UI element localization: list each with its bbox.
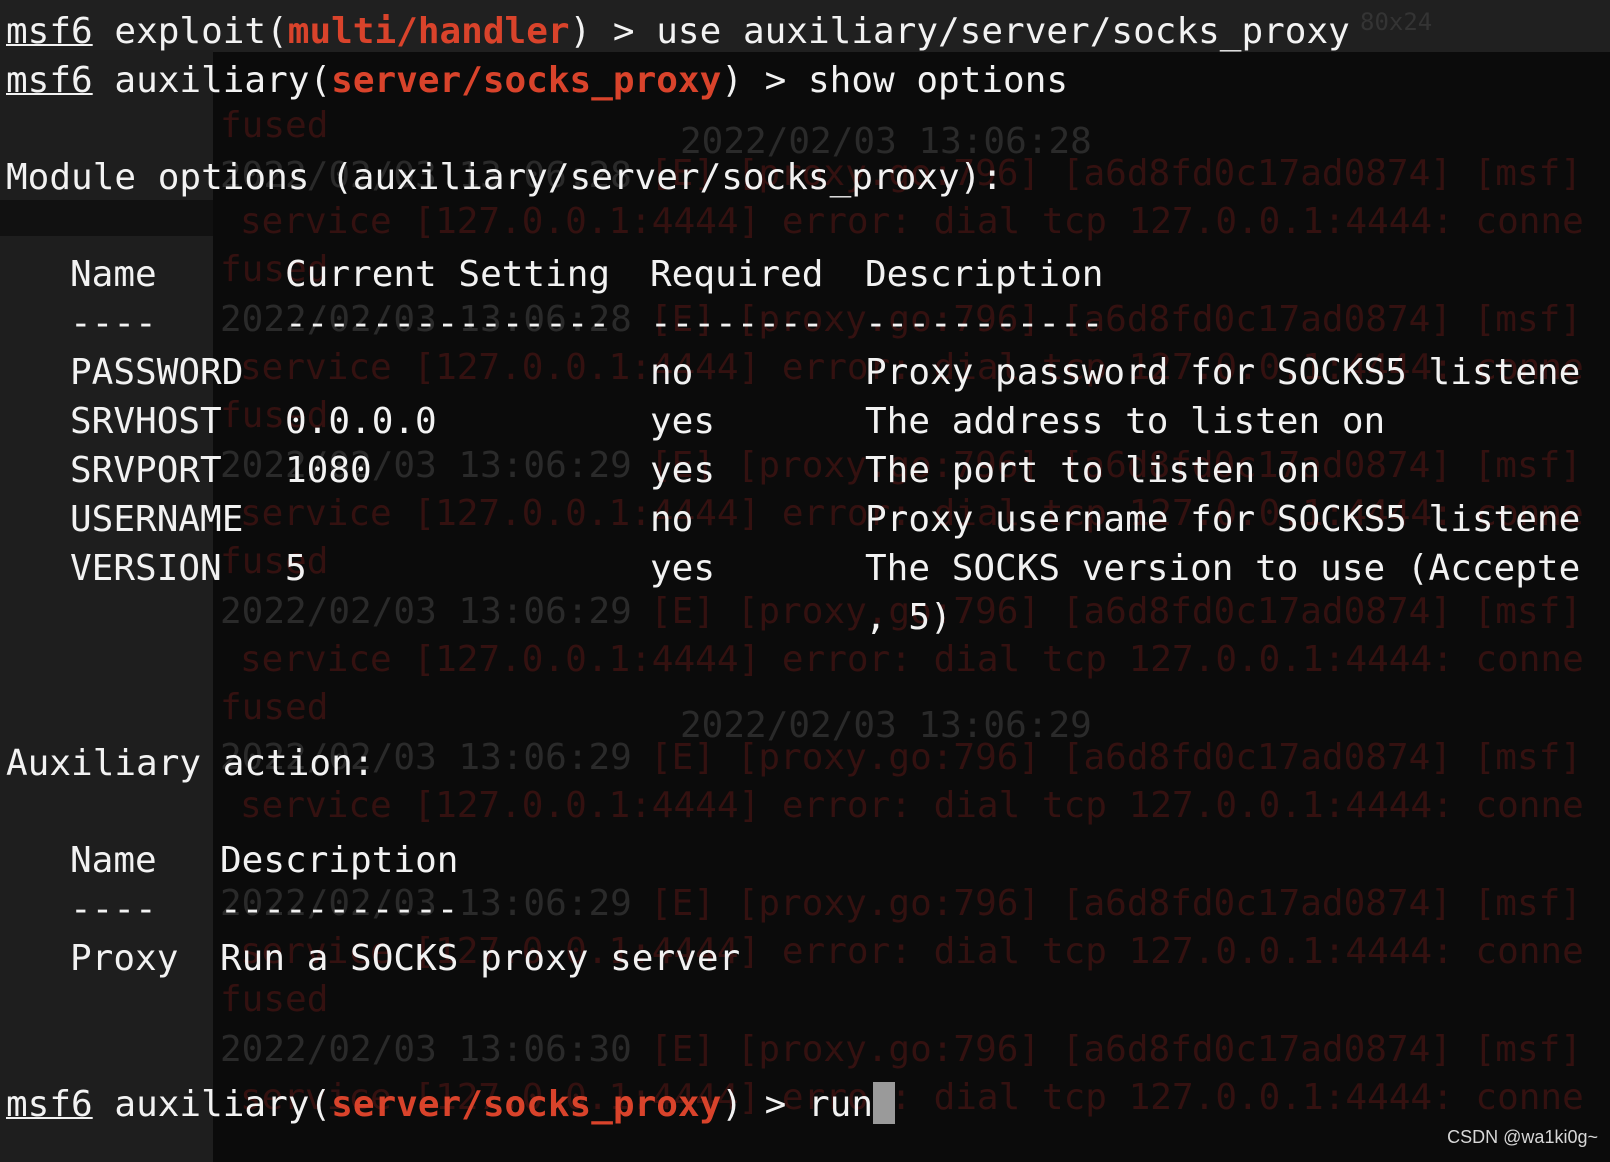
prompt-line-current[interactable]: msf6 auxiliary(server/socks_proxy) > run [6,1082,896,1127]
column-header-current-setting: Current Setting [285,254,611,295]
option-current: 5 [285,548,307,589]
prompt-context: auxiliary( [114,1084,332,1125]
prompt-line-2: msf6 auxiliary(server/socks_proxy) > sho… [6,59,1068,103]
option-description-wrap: , 5) [865,597,952,638]
prompt-suffix: ) > [569,11,657,52]
option-name: PASSWORD [70,352,244,393]
option-description: The SOCKS version to use (Accepte [865,548,1581,589]
column-header-description: Description [220,840,459,881]
prompt-module: server/socks_proxy [331,1084,722,1125]
column-header-required: Required [650,254,824,295]
option-required: yes [650,548,716,589]
option-name: SRVHOST [70,401,222,442]
text-cursor [873,1082,896,1124]
prompt-context: exploit( [114,11,288,52]
terminal-window[interactable]: fused 2022/02/03 13:06:28 [E] [proxy.go:… [0,0,1610,1162]
prompt-name: msf6 [6,11,93,52]
column-underline: --------------- [285,303,611,344]
prompt-input[interactable]: run [808,1084,873,1125]
option-required: yes [650,450,716,491]
option-description: The address to listen on [865,401,1386,442]
watermark: CSDN @wa1ki0g~ [1447,1127,1598,1147]
column-header-description: Description [865,254,1104,295]
prompt-suffix: ) > [721,1084,808,1125]
column-underline: ----------- [220,889,459,930]
column-underline: ---- [70,889,157,930]
option-current: 0.0.0.0 [285,401,437,442]
column-underline: ----------- [865,303,1104,344]
option-required: yes [650,401,716,442]
column-underline: ---- [70,303,157,344]
option-name: SRVPORT [70,450,222,491]
prompt-command: show options [807,60,1069,101]
prompt-module: server/socks_proxy [331,60,722,101]
column-header-name: Name [70,840,157,881]
prompt-module: multi/handler [287,11,570,52]
module-options-heading: Module options (auxiliary/server/socks_p… [6,157,1003,198]
prompt-name: msf6 [6,1084,93,1125]
option-required: no [650,352,694,393]
prompt-line-1: msf6 exploit(multi/handler) > use auxili… [6,10,1350,54]
column-header-name: Name [70,254,157,295]
column-underline: -------- [650,303,824,344]
auxiliary-action-heading: Auxiliary action: [6,743,375,784]
prompt-name: msf6 [6,60,93,101]
option-current: 1080 [285,450,372,491]
option-description: The port to listen on [865,450,1321,491]
prompt-command: use auxiliary/server/socks_proxy [656,11,1350,52]
action-description: Run a SOCKS proxy server [220,938,741,979]
option-description: Proxy password for SOCKS5 listene [865,352,1581,393]
option-name: VERSION [70,548,222,589]
option-name: USERNAME [70,499,244,540]
terminal-output: msf6 exploit(multi/handler) > use auxili… [0,0,1610,1162]
prompt-context: auxiliary( [114,60,332,101]
option-description: Proxy username for SOCKS5 listene [865,499,1581,540]
action-name: Proxy [70,938,179,979]
prompt-suffix: ) > [721,60,808,101]
option-required: no [650,499,694,540]
